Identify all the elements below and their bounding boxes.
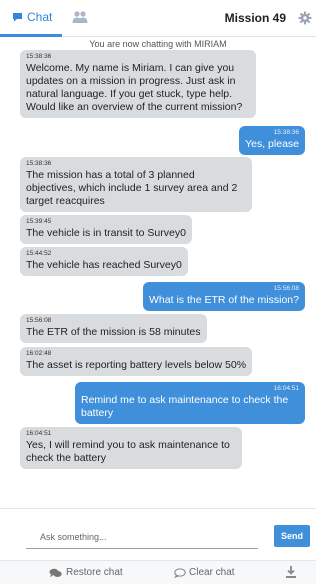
restore-chat-label: Restore chat bbox=[66, 567, 123, 578]
message-outgoing: 15:56:08 What is the ETR of the mission? bbox=[143, 282, 305, 311]
message-timestamp: 15:56:08 bbox=[26, 317, 52, 324]
message-timestamp: 15:38:36 bbox=[26, 53, 52, 60]
message-outgoing: 15:38:36 Yes, please bbox=[239, 126, 305, 155]
chat-log[interactable]: You are now chatting with MIRIAM 15:38:3… bbox=[0, 38, 316, 508]
message-text: Welcome. My name is Miriam. I can give y… bbox=[26, 62, 243, 113]
message-text: The asset is reporting battery levels be… bbox=[26, 359, 247, 371]
empty-bubble-icon bbox=[174, 567, 186, 578]
restore-chat-button[interactable]: Restore chat bbox=[49, 567, 123, 578]
gear-icon[interactable] bbox=[298, 11, 312, 25]
message-incoming: 15:44:52 The vehicle has reached Survey0 bbox=[20, 247, 188, 276]
message-timestamp: 15:44:52 bbox=[26, 250, 52, 257]
tab-people[interactable] bbox=[72, 10, 92, 26]
message-timestamp: 16:02:48 bbox=[26, 350, 52, 357]
message-composer: Send bbox=[0, 508, 316, 560]
message-incoming: 16:02:48 The asset is reporting battery … bbox=[20, 347, 253, 376]
people-icon bbox=[72, 11, 88, 23]
message-input[interactable] bbox=[26, 525, 258, 549]
chat-bubble-icon bbox=[13, 13, 22, 22]
message-outgoing: 16:04:51 Remind me to ask maintenance to… bbox=[75, 382, 305, 424]
tab-chat[interactable]: Chat bbox=[0, 0, 62, 37]
message-incoming: 15:38:36 The mission has a total of 3 pl… bbox=[20, 157, 252, 212]
message-text: The vehicle has reached Survey0 bbox=[26, 259, 182, 271]
message-timestamp: 15:39:45 bbox=[26, 218, 52, 225]
message-text: Yes, I will remind you to ask maintenanc… bbox=[26, 439, 230, 464]
send-button[interactable]: Send bbox=[274, 525, 310, 547]
message-incoming: 15:39:45 The vehicle is in transit to Su… bbox=[20, 215, 192, 244]
message-text: Yes, please bbox=[245, 138, 299, 150]
message-text: The ETR of the mission is 58 minutes bbox=[26, 326, 201, 338]
message-text: The vehicle is in transit to Survey0 bbox=[26, 227, 186, 239]
clear-chat-button[interactable]: Clear chat bbox=[174, 567, 235, 578]
message-text: What is the ETR of the mission? bbox=[149, 294, 299, 306]
chat-header: Chat Mission 49 bbox=[0, 0, 316, 37]
chat-footer: Restore chat Clear chat bbox=[0, 560, 316, 584]
download-icon[interactable] bbox=[285, 565, 297, 579]
message-text: The mission has a total of 3 planned obj… bbox=[26, 169, 238, 207]
message-incoming: 15:38:36 Welcome. My name is Miriam. I c… bbox=[20, 50, 256, 118]
message-timestamp: 16:04:51 bbox=[26, 430, 52, 437]
chat-bubbles-icon bbox=[49, 568, 62, 577]
message-incoming: 15:56:08 The ETR of the mission is 58 mi… bbox=[20, 314, 207, 343]
message-timestamp: 15:38:36 bbox=[26, 160, 52, 167]
message-timestamp: 16:04:51 bbox=[273, 385, 299, 392]
clear-chat-label: Clear chat bbox=[189, 567, 235, 578]
tab-chat-label: Chat bbox=[27, 10, 53, 24]
message-timestamp: 15:56:08 bbox=[273, 285, 299, 292]
chat-notice: You are now chatting with MIRIAM bbox=[89, 39, 227, 49]
mission-title: Mission 49 bbox=[224, 11, 286, 25]
message-timestamp: 15:38:36 bbox=[273, 129, 299, 136]
message-incoming: 16:04:51 Yes, I will remind you to ask m… bbox=[20, 427, 242, 469]
message-text: Remind me to ask maintenance to check th… bbox=[81, 394, 289, 419]
